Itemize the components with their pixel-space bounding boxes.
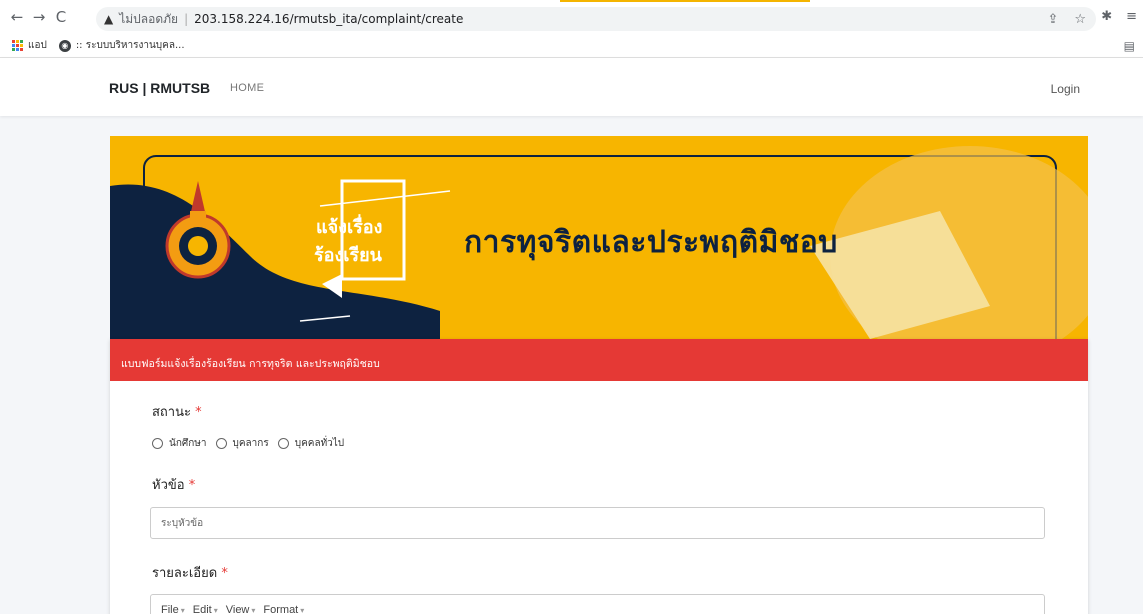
- site-navbar: RUS | RMUTSB HOME Login: [0, 58, 1143, 116]
- editor-menubar: File ▾ Edit ▾ View ▾ Format ▾: [151, 595, 1044, 614]
- banner-title: การทุจริตและประพฤติมิชอบ: [464, 225, 838, 260]
- radio-label-general-public[interactable]: บุคคลทั่วไป: [295, 436, 344, 451]
- nav-home-link[interactable]: HOME: [230, 82, 264, 94]
- required-mark: *: [221, 566, 228, 581]
- back-arrow-icon[interactable]: ←: [6, 8, 28, 26]
- status-radio-group: นักศึกษา บุคลากร บุคคลทั่วไป: [152, 436, 353, 451]
- chevron-down-icon: ▾: [180, 606, 185, 614]
- bookmark-star-icon[interactable]: ☆: [1074, 12, 1086, 27]
- detail-label-text: รายละเอียด: [152, 566, 218, 581]
- radio-label-personnel[interactable]: บุคลากร: [233, 436, 269, 451]
- address-bar[interactable]: ▲ ไม่ปลอดภัย | 203.158.224.16/rmutsb_ita…: [96, 7, 1096, 31]
- share-icon[interactable]: ⇪: [1047, 12, 1058, 27]
- complaint-form-card: แบบฟอร์มแจ้งเรื่องร้องเรียน การทุจริต แล…: [110, 339, 1088, 614]
- editor-menu-format[interactable]: Format ▾: [263, 604, 304, 614]
- banner-tagline-line2: ร้องเรียน: [314, 245, 382, 266]
- editor-menu-edit[interactable]: Edit ▾: [193, 604, 218, 614]
- detail-field-label: รายละเอียด *: [152, 562, 228, 583]
- subject-field-label: หัวข้อ *: [152, 474, 195, 495]
- bookmark-apps[interactable]: แอป: [12, 38, 47, 53]
- bookmark-label: แอป: [28, 40, 47, 51]
- radio-personnel[interactable]: [215, 438, 227, 449]
- url-text[interactable]: 203.158.224.16/rmutsb_ita/complaint/crea…: [194, 12, 463, 26]
- site-brand[interactable]: RUS | RMUTSB: [109, 80, 210, 96]
- apps-grid-icon: [12, 40, 23, 51]
- editor-menu-file[interactable]: File ▾: [161, 604, 185, 614]
- extension-area: ✱ ≡: [1101, 9, 1137, 24]
- required-mark: *: [195, 405, 202, 420]
- globe-icon: ◉: [58, 39, 71, 52]
- required-mark: *: [188, 478, 196, 493]
- status-field-label: สถานะ *: [152, 401, 202, 422]
- bookmark-personnel-system[interactable]: ◉ :: ระบบบริหารงานบุคล...: [58, 38, 185, 53]
- warning-icon: ▲: [104, 12, 114, 26]
- forward-arrow-icon[interactable]: →: [28, 8, 50, 26]
- editor-menu-view[interactable]: View ▾: [226, 604, 256, 614]
- media-control-icon[interactable]: ≡: [1126, 9, 1137, 24]
- subject-input[interactable]: [150, 507, 1045, 539]
- radio-student[interactable]: [152, 438, 163, 449]
- chevron-down-icon: ▾: [251, 606, 256, 614]
- not-secure-label[interactable]: ไม่ปลอดภัย: [119, 10, 178, 29]
- chevron-down-icon: ▾: [213, 606, 218, 614]
- tab-accent-line: [560, 0, 810, 2]
- editor-menu-label: Edit: [192, 604, 212, 614]
- radio-general-public[interactable]: [277, 438, 289, 449]
- reading-list-icon[interactable]: ▤: [1124, 39, 1135, 53]
- editor-menu-label: View: [225, 604, 250, 614]
- login-link[interactable]: Login: [1051, 82, 1080, 96]
- status-label-text: สถานะ: [152, 405, 191, 420]
- editor-menu-label: File: [161, 604, 179, 614]
- complaint-banner: แจ้งเรื่อง ร้องเรียน การทุจริตและประพฤติ…: [110, 136, 1088, 339]
- reload-icon[interactable]: C: [50, 8, 72, 26]
- banner-tagline-line1: แจ้งเรื่อง: [316, 217, 383, 238]
- chevron-down-icon: ▾: [300, 606, 305, 614]
- radio-label-student[interactable]: นักศึกษา: [169, 436, 207, 451]
- bookmarks-bar: แอป ◉ :: ระบบบริหารงานบุคล... ▤: [0, 34, 1143, 58]
- bookmark-label: :: ระบบบริหารงานบุคล...: [75, 40, 185, 51]
- subject-label-text: หัวข้อ: [152, 478, 185, 493]
- editor-menu-label: Format: [263, 604, 299, 614]
- address-bar-actions: ⇪ ☆: [1047, 12, 1086, 27]
- extensions-puzzle-icon[interactable]: ✱: [1101, 9, 1112, 24]
- detail-rich-text-editor[interactable]: File ▾ Edit ▾ View ▾ Format ▾: [150, 594, 1045, 614]
- address-separator: |: [184, 12, 189, 26]
- form-header: แบบฟอร์มแจ้งเรื่องร้องเรียน การทุจริต แล…: [110, 339, 1088, 381]
